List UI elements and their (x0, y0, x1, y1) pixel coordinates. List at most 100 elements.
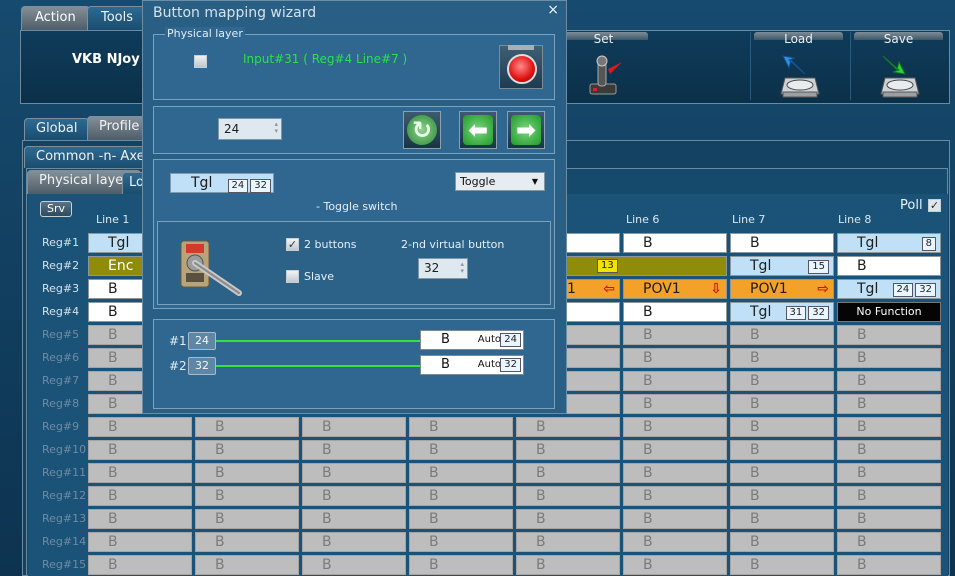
cell-reg9-line8[interactable]: B (837, 417, 941, 437)
record-button[interactable] (499, 45, 543, 89)
cell-reg12-line3[interactable]: B (302, 486, 406, 506)
cell-reg2-line8[interactable]: B (837, 256, 941, 276)
cell-reg5-line6[interactable]: B (623, 325, 727, 345)
cell-reg14-line8[interactable]: B (837, 532, 941, 552)
map1-source[interactable]: 24 (188, 332, 216, 350)
slave-checkbox[interactable] (286, 270, 299, 283)
next-button[interactable]: ➡ (507, 111, 545, 149)
cell-reg10-line6[interactable]: B (623, 440, 727, 460)
tab-tools[interactable]: Tools (87, 6, 148, 30)
cell-reg13-line5[interactable]: B (516, 509, 620, 529)
cell-reg14-line3[interactable]: B (302, 532, 406, 552)
poll-checkbox[interactable]: ✓ (928, 199, 941, 212)
cell-reg15-line8[interactable]: B (837, 555, 941, 575)
cell-reg9-line3[interactable]: B (302, 417, 406, 437)
type-dropdown[interactable]: Toggle ▼ (455, 172, 545, 191)
cell-reg9-line1[interactable]: B (88, 417, 192, 437)
cell-reg2-line7[interactable]: Tgl 15 (730, 256, 834, 276)
cell-reg14-line6[interactable]: B (623, 532, 727, 552)
cell-reg14-line4[interactable]: B (409, 532, 513, 552)
cell-reg10-line7[interactable]: B (730, 440, 834, 460)
two-buttons-checkbox[interactable]: ✓ (286, 238, 299, 251)
cell-reg6-line7[interactable]: B (730, 348, 834, 368)
cell-reg12-line2[interactable]: B (195, 486, 299, 506)
cell-reg3-line7[interactable]: POV1 ⇨ (730, 279, 834, 299)
cell-reg10-line2[interactable]: B (195, 440, 299, 460)
map2-source[interactable]: 32 (188, 357, 216, 375)
cell-reg12-line6[interactable]: B (623, 486, 727, 506)
cell-reg14-line2[interactable]: B (195, 532, 299, 552)
cell-reg15-line5[interactable]: B (516, 555, 620, 575)
set-button[interactable]: Set (555, 32, 651, 100)
cell-reg5-line8[interactable]: B (837, 325, 941, 345)
cell-reg4-line6[interactable]: B (623, 302, 727, 322)
cell-reg4-line8[interactable]: No Function (837, 302, 941, 322)
cell-reg3-line8[interactable]: Tgl 24 32 (837, 279, 941, 299)
load-button[interactable]: Load (750, 32, 846, 100)
cell-reg6-line8[interactable]: B (837, 348, 941, 368)
cell-reg4-line7[interactable]: Tgl 31 32 (730, 302, 834, 322)
cell-reg12-line5[interactable]: B (516, 486, 620, 506)
cell-reg12-line4[interactable]: B (409, 486, 513, 506)
cell-reg11-line4[interactable]: B (409, 463, 513, 483)
cell-reg10-line5[interactable]: B (516, 440, 620, 460)
mapping-field[interactable]: Tgl 24 32 (170, 173, 274, 193)
cell-reg12-line8[interactable]: B (837, 486, 941, 506)
second-virtual-input[interactable]: 32 (418, 258, 468, 279)
cell-reg7-line7[interactable]: B (730, 371, 834, 391)
cell-reg9-line7[interactable]: B (730, 417, 834, 437)
cell-reg13-line3[interactable]: B (302, 509, 406, 529)
srv-button[interactable]: Srv (40, 201, 72, 217)
cell-reg13-line7[interactable]: B (730, 509, 834, 529)
cell-reg1-line8[interactable]: Tgl 8 (837, 233, 941, 253)
button-number-input[interactable]: 24 (218, 118, 282, 140)
cell-reg11-line3[interactable]: B (302, 463, 406, 483)
cell-reg7-line8[interactable]: B (837, 371, 941, 391)
cell-reg9-line5[interactable]: B (516, 417, 620, 437)
cell-reg11-line7[interactable]: B (730, 463, 834, 483)
cell-reg11-line5[interactable]: B (516, 463, 620, 483)
cell-reg13-line4[interactable]: B (409, 509, 513, 529)
cell-reg6-line6[interactable]: B (623, 348, 727, 368)
prev-button[interactable]: ⬅ (459, 111, 497, 149)
cell-reg14-line1[interactable]: B (88, 532, 192, 552)
cell-reg14-line7[interactable]: B (730, 532, 834, 552)
cell-reg11-line1[interactable]: B (88, 463, 192, 483)
cell-reg13-line6[interactable]: B (623, 509, 727, 529)
close-icon[interactable]: × (547, 2, 559, 18)
cell-reg15-line2[interactable]: B (195, 555, 299, 575)
cell-reg15-line4[interactable]: B (409, 555, 513, 575)
cell-reg12-line7[interactable]: B (730, 486, 834, 506)
map2-target[interactable]: B Auto 32 (420, 355, 524, 375)
cell-reg10-line4[interactable]: B (409, 440, 513, 460)
cell-reg13-line8[interactable]: B (837, 509, 941, 529)
cell-reg15-line7[interactable]: B (730, 555, 834, 575)
cell-reg9-line6[interactable]: B (623, 417, 727, 437)
cell-reg3-line6[interactable]: POV1 ⇩ (623, 279, 727, 299)
cell-reg10-line3[interactable]: B (302, 440, 406, 460)
cell-reg11-line6[interactable]: B (623, 463, 727, 483)
cell-reg8-line6[interactable]: B (623, 394, 727, 414)
cell-reg9-line2[interactable]: B (195, 417, 299, 437)
cell-reg13-line2[interactable]: B (195, 509, 299, 529)
physical-layer-checkbox[interactable] (194, 55, 207, 68)
cell-reg7-line6[interactable]: B (623, 371, 727, 391)
cell-reg8-line8[interactable]: B (837, 394, 941, 414)
save-button[interactable]: Save (850, 32, 946, 100)
cell-reg14-line5[interactable]: B (516, 532, 620, 552)
cell-reg12-line1[interactable]: B (88, 486, 192, 506)
cell-reg9-line4[interactable]: B (409, 417, 513, 437)
cell-reg15-line1[interactable]: B (88, 555, 192, 575)
tab-global[interactable]: Global (24, 118, 90, 140)
cell-reg13-line1[interactable]: B (88, 509, 192, 529)
cell-reg11-line2[interactable]: B (195, 463, 299, 483)
cell-reg15-line6[interactable]: B (623, 555, 727, 575)
cell-reg15-line3[interactable]: B (302, 555, 406, 575)
cell-reg10-line8[interactable]: B (837, 440, 941, 460)
map1-target[interactable]: B Auto 24 (420, 330, 524, 350)
cell-reg11-line8[interactable]: B (837, 463, 941, 483)
cell-reg8-line7[interactable]: B (730, 394, 834, 414)
tab-action[interactable]: Action (21, 6, 90, 30)
cell-reg1-line6[interactable]: B (623, 233, 727, 253)
cell-reg10-line1[interactable]: B (88, 440, 192, 460)
